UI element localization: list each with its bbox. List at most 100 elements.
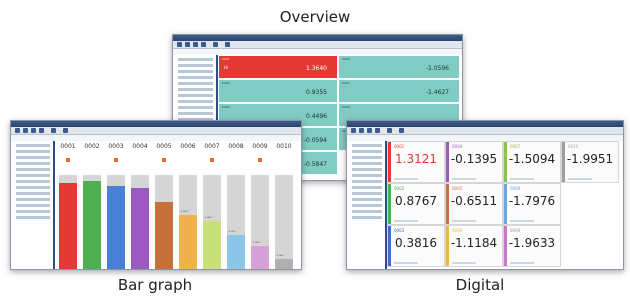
bar-fill — [155, 202, 173, 269]
alarm-indicator — [66, 158, 70, 162]
bar-fill — [59, 183, 77, 269]
channel-value: -0.0594 — [303, 137, 327, 144]
bar-fill — [131, 188, 149, 269]
bar-channel-header[interactable]: 0006 — [177, 143, 199, 150]
channel-id: 0004 — [222, 105, 230, 109]
channel-value: -1.0596 — [425, 65, 449, 72]
channel-id: 0003 — [222, 81, 230, 85]
alarm-indicator — [162, 158, 166, 162]
channel-value: 1.3640 — [306, 65, 327, 72]
digital-channel-cell[interactable]: 0006 -1.1184 — [445, 225, 503, 267]
overview-toolbar[interactable] — [173, 41, 462, 49]
bar-channel-header[interactable]: 0004 — [129, 143, 151, 150]
channel-id: 0010 — [568, 144, 579, 149]
bar-graph-caption: Bar graph — [117, 276, 193, 294]
channel-footer-line — [510, 178, 534, 180]
bar-channel-header[interactable]: 0001 — [57, 143, 79, 150]
bar-fill — [203, 221, 221, 269]
channel-value: -1.7976 — [508, 194, 556, 208]
bar-fill — [107, 186, 125, 269]
channel-value: -1.4627 — [425, 89, 449, 96]
channel-footer-line — [394, 220, 418, 222]
bar-readout: -0.9075 — [228, 231, 236, 233]
channel-id: 0008 — [342, 105, 350, 109]
bar-readout: -0.5546 — [204, 217, 212, 219]
digital-channel-cell[interactable]: 0003 0.3816 — [387, 225, 445, 267]
bar-channel-header[interactable]: 0005 — [153, 143, 175, 150]
channel-id: 0006 — [342, 57, 350, 61]
digital-channel-cell[interactable]: 0009 -1.9633 — [503, 225, 561, 267]
digital-channel-cell[interactable]: 0008 -1.7976 — [503, 183, 561, 225]
bar-readout: -1.9047 — [276, 255, 284, 257]
overview-channel-cell[interactable]: 0003 0.9355 — [218, 79, 338, 103]
bar-channel-header[interactable]: 0007 — [201, 143, 223, 150]
channel-footer-line — [452, 178, 476, 180]
channel-footer-line — [394, 262, 418, 264]
channel-id: 0006 — [452, 228, 463, 233]
bar-channel-header[interactable]: 0009 — [249, 143, 271, 150]
channel-footer-line — [568, 178, 592, 180]
overview-channel-cell[interactable]: 0007 -1.4627 — [338, 79, 460, 103]
overview-channel-cell[interactable]: 0006 -1.0596 — [338, 55, 460, 79]
channel-id: 0001 — [222, 57, 230, 61]
bar-sidebar[interactable] — [11, 141, 55, 269]
digital-channel-cell[interactable]: 0002 0.8767 — [387, 183, 445, 225]
channel-value: 0.3816 — [395, 236, 437, 250]
digital-channel-cell[interactable]: 0001 1.3121 — [387, 141, 445, 183]
bar-fill — [275, 259, 293, 269]
bar-channel-header[interactable]: 0010 — [273, 143, 295, 150]
channel-id: 0007 — [510, 144, 521, 149]
channel-footer-line — [510, 262, 534, 264]
digital-channel-cell[interactable]: 0004 -0.1395 — [445, 141, 503, 183]
digital-window: 0001 1.3121 0004 -0.1395 0007 -1.5094 0010 -1.9… — [346, 120, 624, 270]
channel-id: 0001 — [394, 144, 405, 149]
channel-id: 0002 — [394, 186, 405, 191]
alarm-indicator — [258, 158, 262, 162]
channel-value: -0.6511 — [450, 194, 498, 208]
digital-channel-cell[interactable]: 0005 -0.6511 — [445, 183, 503, 225]
channel-value: 0.9355 — [306, 89, 327, 96]
channel-id: 0008 — [510, 186, 521, 191]
alarm-indicator — [210, 158, 214, 162]
channel-footer-line — [510, 220, 534, 222]
channel-value: -1.5094 — [508, 152, 556, 166]
channel-id: 0009 — [510, 228, 521, 233]
channel-value: 0.4496 — [306, 113, 327, 120]
channel-footer-line — [452, 220, 476, 222]
channel-value: -1.9951 — [566, 152, 614, 166]
bar-readout: -1.1069 — [252, 242, 260, 244]
digital-channel-cell[interactable]: 0010 -1.9951 — [561, 141, 619, 183]
bar-fill — [227, 235, 245, 269]
bar-fill — [251, 246, 269, 269]
bar-toolbar[interactable] — [11, 127, 301, 135]
channel-value: 1.3121 — [395, 152, 437, 166]
channel-value: -1.9633 — [508, 236, 556, 250]
digital-channel-cell[interactable]: 0007 -1.5094 — [503, 141, 561, 183]
bar-fill — [179, 215, 197, 269]
channel-id: 0005 — [452, 186, 463, 191]
channel-value: -0.5847 — [303, 161, 327, 168]
bar-channel-header[interactable]: 0003 — [105, 143, 127, 150]
bar-channel-header[interactable]: 0002 — [81, 143, 103, 150]
digital-grid: 0001 1.3121 0004 -0.1395 0007 -1.5094 0010 -1.9… — [387, 141, 623, 269]
channel-id: 0003 — [394, 228, 405, 233]
alarm-label: Hi — [224, 65, 229, 70]
channel-footer-line — [394, 178, 418, 180]
channel-value: -0.1395 — [450, 152, 498, 166]
bar-graph-area: 0001 0002 0003 0004 0005 0006 -0.0594 0007 -0.55… — [55, 141, 301, 269]
channel-footer-line — [452, 262, 476, 264]
digital-toolbar[interactable] — [347, 127, 623, 135]
bar-readout: -0.0594 — [180, 211, 188, 213]
channel-value: 0.8767 — [395, 194, 437, 208]
overview-caption: Overview — [279, 8, 351, 26]
bar-graph-window: 0001 0002 0003 0004 0005 0006 -0.0594 0007 -0.55… — [10, 120, 302, 270]
alarm-indicator — [114, 158, 118, 162]
channel-value: -1.1184 — [450, 236, 498, 250]
channel-id: 0004 — [452, 144, 463, 149]
channel-id: 0007 — [342, 81, 350, 85]
bar-channel-header[interactable]: 0008 — [225, 143, 247, 150]
overview-channel-cell[interactable]: 0001 Hi 1.3640 — [218, 55, 338, 79]
digital-sidebar[interactable] — [347, 141, 387, 269]
bar-fill — [83, 181, 101, 269]
digital-caption: Digital — [455, 276, 505, 294]
